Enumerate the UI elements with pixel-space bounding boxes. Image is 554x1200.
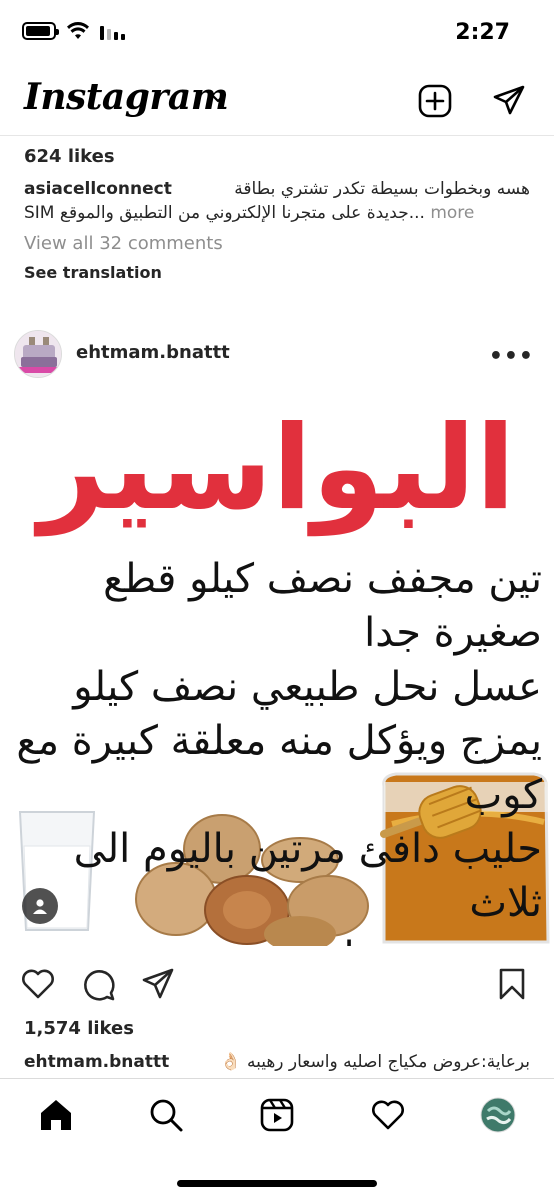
tab-search[interactable] — [146, 1095, 186, 1135]
post-image-text: تين مجفف نصف كيلو قطع صغيرة جدا عسل نحل … — [12, 552, 542, 946]
battery-icon — [22, 22, 59, 40]
home-indicator — [177, 1180, 377, 1187]
previous-post-caption[interactable]: asiacellconnect هسه وبخطوات بسيطة تكدر ت… — [24, 177, 530, 225]
bookmark-icon[interactable] — [494, 966, 530, 1002]
view-all-comments-link[interactable]: View all 32 comments — [24, 233, 530, 254]
profile-avatar — [480, 1097, 516, 1133]
post-image[interactable]: البواسير تين مجفف نصف كيلو قطع صغيرة جدا… — [0, 394, 554, 946]
post-author-avatar[interactable] — [14, 330, 62, 378]
post-image-line: مرات — [12, 930, 542, 946]
status-time: 2:27 — [455, 20, 510, 45]
caption-line-2: SIM جديدة على متجرنا الإلكتروني من التطب… — [24, 201, 530, 225]
caption-text-1: هسه وبخطوات بسيطة تكدر تشتري بطاقة — [234, 179, 530, 199]
tab-activity[interactable] — [368, 1095, 408, 1135]
post-image-line: تين مجفف نصف كيلو قطع صغيرة جدا — [103, 556, 542, 656]
user-tag-icon — [33, 899, 47, 914]
see-translation-link[interactable]: See translation — [24, 263, 530, 282]
comment-icon[interactable] — [80, 966, 116, 1002]
tab-home[interactable] — [36, 1095, 76, 1135]
post-likes-count[interactable]: 1,574 likes — [24, 1018, 134, 1039]
post-image-title: البواسير — [38, 401, 516, 536]
home-icon — [41, 1100, 71, 1130]
post-caption-username[interactable]: ehtmam.bnattt — [24, 1052, 169, 1072]
new-post-icon — [418, 84, 452, 118]
previous-post-footer: 624 likes asiacellconnect هسه وبخطوات بس… — [24, 146, 530, 282]
post-actions — [0, 960, 554, 1010]
direct-message-icon — [493, 85, 525, 115]
activity-icon — [372, 1100, 404, 1130]
signal-icon — [100, 26, 125, 40]
share-icon[interactable] — [140, 966, 176, 1002]
heart-icon[interactable] — [20, 966, 56, 1002]
tab-reels[interactable] — [257, 1095, 297, 1135]
direct-message-button[interactable] — [490, 82, 528, 120]
reels-icon — [260, 1098, 294, 1132]
search-icon — [150, 1099, 183, 1132]
tab-profile[interactable] — [478, 1095, 518, 1135]
post-image-line: حليب دافئ مرتين باليوم الى ثلاث — [73, 826, 542, 926]
avatar-image — [15, 331, 61, 377]
wifi-icon — [67, 22, 89, 39]
new-post-button[interactable] — [416, 82, 454, 120]
post-author-username[interactable]: ehtmam.bnattt — [76, 342, 230, 363]
caption-more-link[interactable]: more — [430, 203, 474, 223]
more-options-icon[interactable]: ••• — [489, 344, 534, 369]
caption-username[interactable]: asiacellconnect — [24, 177, 172, 201]
post-header: ehtmam.bnattt ••• — [0, 322, 554, 386]
instagram-logo[interactable]: Instagram — [24, 76, 229, 118]
status-bar: 2:27 — [0, 0, 554, 70]
caption-text-2: SIM جديدة على متجرنا الإلكتروني من التطب… — [24, 203, 425, 223]
post-image-line: يمزج ويؤكل منه معلقة كبيرة مع كوب — [16, 718, 542, 818]
status-icons — [22, 22, 126, 40]
previous-post-likes[interactable]: 624 likes — [24, 146, 530, 167]
app-header: Instagram — [0, 70, 554, 136]
caption-line-1: asiacellconnect هسه وبخطوات بسيطة تكدر ت… — [24, 177, 530, 201]
post-image-line: عسل نحل طبيعي نصف كيلو — [73, 664, 542, 710]
user-tag-button[interactable] — [22, 888, 58, 924]
post-caption[interactable]: ehtmam.bnattt برعاية:عروض مكياج اصليه وا… — [24, 1052, 530, 1080]
chevron-down-icon[interactable] — [208, 88, 228, 108]
